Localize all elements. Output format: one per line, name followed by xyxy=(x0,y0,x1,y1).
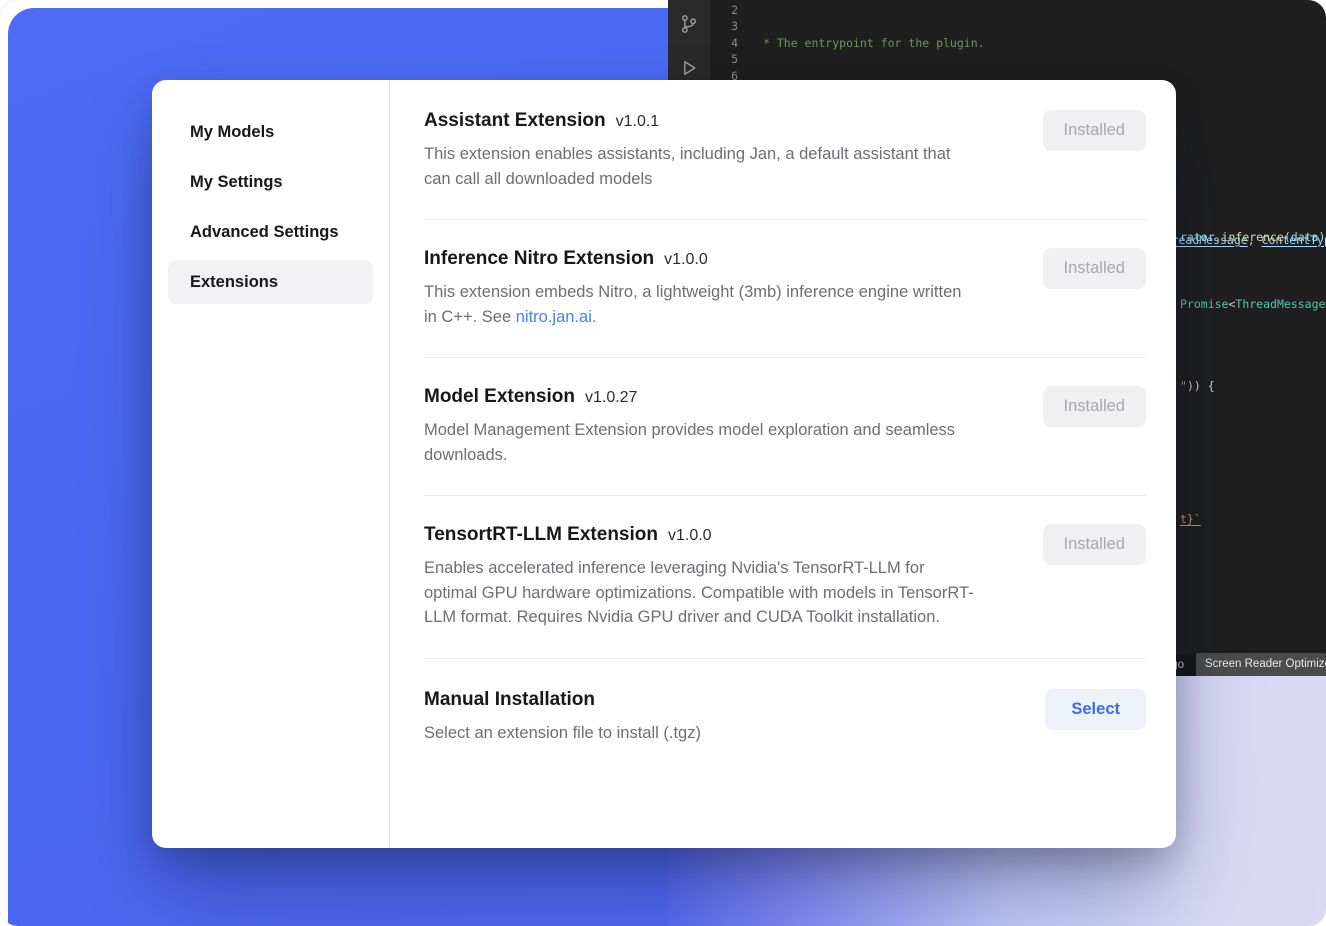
extension-title: Inference Nitro Extension v1.0.0 xyxy=(424,248,976,270)
extension-name: TensortRT-LLM Extension xyxy=(424,524,658,545)
run-debug-icon[interactable] xyxy=(677,56,701,80)
editor-line-numbers: 2 3 4 5 6 xyxy=(708,2,738,84)
extension-section-nitro: Inference Nitro Extension v1.0.0 This ext… xyxy=(424,220,1146,358)
extension-version: v1.0.27 xyxy=(585,389,637,406)
code-fragment: rator.inference(data)); xyxy=(1180,229,1326,245)
code-fragment: ")) { xyxy=(1180,378,1215,394)
installed-button[interactable]: Installed xyxy=(1043,248,1146,289)
nitro-link[interactable]: nitro.jan.ai. xyxy=(516,308,597,326)
extension-description: This extension enables assistants, inclu… xyxy=(424,142,976,191)
manual-installation-title: Manual Installation xyxy=(424,689,701,711)
manual-installation-section: Manual Installation Select an extension … xyxy=(424,659,1146,746)
extension-description: Model Management Extension provides mode… xyxy=(424,418,976,467)
description-text: This extension embeds Nitro, a lightweig… xyxy=(424,283,961,326)
installed-button[interactable]: Installed xyxy=(1043,386,1146,427)
settings-sidebar: My Models My Settings Advanced Settings … xyxy=(152,80,390,848)
extension-section-assistant: Assistant Extension v1.0.1 This extension… xyxy=(424,110,1146,220)
section-name: Manual Installation xyxy=(424,689,595,710)
code-token: Promise xyxy=(1180,297,1228,311)
code-fragment: Promise<ThreadMessage> xyxy=(1180,296,1326,312)
extensions-list: Assistant Extension v1.0.1 This extension… xyxy=(390,80,1176,848)
section-text: Manual Installation Select an extension … xyxy=(424,689,701,746)
extension-name: Model Extension xyxy=(424,386,575,407)
section-text: TensortRT-LLM Extension v1.0.0 Enables ac… xyxy=(424,524,976,630)
code-line: * The entrypoint for the plugin. xyxy=(756,35,1326,51)
code-token: ThreadMessage xyxy=(1235,297,1325,311)
line-number: 4 xyxy=(708,35,738,51)
sidebar-item-extensions[interactable]: Extensions xyxy=(168,260,373,304)
extension-version: v1.0.1 xyxy=(616,113,660,130)
settings-modal: My Models My Settings Advanced Settings … xyxy=(152,80,1176,848)
extension-version: v1.0.0 xyxy=(668,527,712,544)
line-number: 5 xyxy=(708,51,738,67)
code-token: )) { xyxy=(1187,379,1215,393)
section-text: Assistant Extension v1.0.1 This extension… xyxy=(424,110,976,191)
sidebar-item-advanced-settings[interactable]: Advanced Settings xyxy=(168,210,373,254)
code-token: inference xyxy=(1222,230,1284,244)
extension-section-model: Model Extension v1.0.27 Model Management … xyxy=(424,358,1146,496)
screenshot-canvas: 2 3 4 5 6 * The entrypoint for the plugi… xyxy=(0,0,1326,926)
extension-title: TensortRT-LLM Extension v1.0.0 xyxy=(424,524,976,546)
extension-name: Inference Nitro Extension xyxy=(424,248,654,269)
source-control-icon[interactable] xyxy=(677,12,701,36)
extension-name: Assistant Extension xyxy=(424,110,606,131)
extension-title: Assistant Extension v1.0.1 xyxy=(424,110,976,132)
extension-title: Model Extension v1.0.27 xyxy=(424,386,976,408)
extension-description: This extension embeds Nitro, a lightweig… xyxy=(424,280,976,329)
code-token: rator. xyxy=(1180,230,1222,244)
extension-description: Enables accelerated inference leveraging… xyxy=(424,556,976,630)
select-button[interactable]: Select xyxy=(1045,689,1146,730)
code-token: " xyxy=(1180,379,1187,393)
section-text: Model Extension v1.0.27 Model Management … xyxy=(424,386,976,467)
extension-version: v1.0.0 xyxy=(664,251,708,268)
extension-section-tensorrt: TensortRT-LLM Extension v1.0.0 Enables ac… xyxy=(424,496,1146,659)
code-token: (data)); xyxy=(1284,230,1326,244)
code-token: t}` xyxy=(1180,512,1201,526)
installed-button[interactable]: Installed xyxy=(1043,110,1146,151)
line-number: 3 xyxy=(708,18,738,34)
line-number: 2 xyxy=(708,2,738,18)
manual-installation-description: Select an extension file to install (.tg… xyxy=(424,721,701,746)
installed-button[interactable]: Installed xyxy=(1043,524,1146,565)
screen-reader-badge[interactable]: Screen Reader Optimize xyxy=(1196,653,1326,676)
sidebar-item-my-settings[interactable]: My Settings xyxy=(168,160,373,204)
code-fragment: t}` xyxy=(1180,511,1201,527)
section-text: Inference Nitro Extension v1.0.0 This ext… xyxy=(424,248,976,329)
sidebar-item-my-models[interactable]: My Models xyxy=(168,110,373,154)
